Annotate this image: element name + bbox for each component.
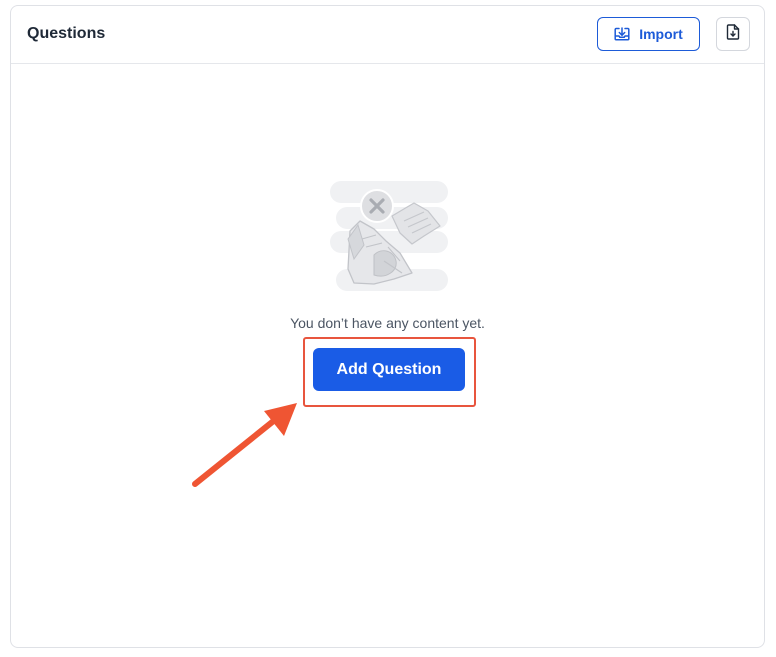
questions-panel: Questions Import You don’t have any cont…: [10, 5, 765, 648]
empty-content-illustration: [328, 181, 452, 293]
panel-title: Questions: [27, 25, 106, 42]
add-question-button[interactable]: Add Question: [313, 348, 465, 391]
download-tray-icon: [614, 27, 630, 41]
export-file-button[interactable]: [716, 17, 750, 51]
empty-state-message: You don’t have any content yet.: [290, 315, 485, 331]
import-label: Import: [639, 26, 683, 42]
file-download-icon: [726, 23, 740, 45]
import-button[interactable]: Import: [597, 17, 700, 51]
panel-header: Questions Import: [11, 6, 764, 64]
